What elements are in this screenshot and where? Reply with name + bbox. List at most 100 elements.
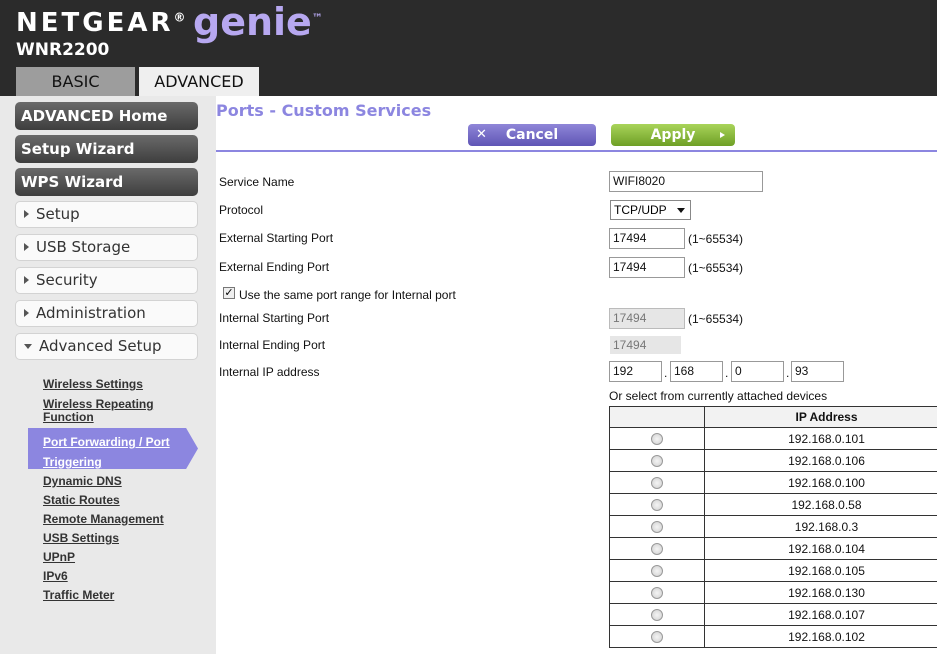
attached-devices-table: IP Address 192.168.0.101 192.168.0.106 1… (609, 406, 937, 648)
sidebar-item-security[interactable]: Security (15, 267, 198, 294)
submenu-dynamic-dns[interactable]: Dynamic DNS (43, 475, 122, 488)
play-arrow-icon (720, 132, 725, 138)
device-radio[interactable] (651, 565, 663, 578)
radio-cell (609, 471, 705, 494)
ip-column-header: IP Address (704, 406, 937, 428)
ip-separator: . (786, 366, 790, 380)
ip-cell: 192.168.0.105 (704, 559, 937, 582)
apply-button[interactable]: Apply (611, 124, 735, 146)
radio-cell (609, 581, 705, 604)
sidebar-wps-wizard-button[interactable]: WPS Wizard (15, 168, 198, 196)
sidebar-item-setup[interactable]: Setup (15, 201, 198, 228)
submenu-remote-management[interactable]: Remote Management (43, 513, 164, 526)
ext-start-port-label: External Starting Port (219, 231, 334, 245)
table-row[interactable]: 192.168.0.3 (609, 515, 937, 538)
select-column-header (609, 406, 705, 428)
submenu-port-forwarding[interactable]: Port Forwarding / Port Triggering (43, 432, 188, 472)
submenu-traffic-meter[interactable]: Traffic Meter (43, 589, 114, 602)
submenu-ipv6[interactable]: IPv6 (43, 570, 68, 583)
service-name-input[interactable]: WIFI8020 (609, 171, 763, 192)
device-radio[interactable] (651, 543, 663, 556)
ip-separator: . (725, 366, 729, 380)
model-name: WNR2200 (16, 40, 110, 60)
ip-separator: . (664, 366, 668, 380)
sidebar-item-administration[interactable]: Administration (15, 300, 198, 327)
ip-cell: 192.168.0.130 (704, 581, 937, 604)
protocol-select[interactable]: TCP/UDP (610, 200, 691, 220)
ip-octet-4-input[interactable]: 93 (791, 361, 844, 382)
device-radio[interactable] (651, 499, 663, 512)
table-row[interactable]: 192.168.0.101 (609, 427, 937, 450)
submenu-usb-settings[interactable]: USB Settings (43, 532, 119, 545)
table-header-row: IP Address (609, 406, 937, 428)
table-row[interactable]: 192.168.0.104 (609, 537, 937, 560)
submenu-static-routes[interactable]: Static Routes (43, 494, 120, 507)
table-row[interactable]: 192.168.0.58 (609, 493, 937, 516)
sidebar-setup-wizard-button[interactable]: Setup Wizard (15, 135, 198, 163)
submenu-wireless-repeating-cont[interactable]: Function (43, 411, 94, 424)
submenu-wireless-settings[interactable]: Wireless Settings (43, 378, 143, 391)
ip-octet-1-input[interactable]: 192 (609, 361, 662, 382)
device-radio[interactable] (651, 521, 663, 534)
registered-mark: ® (173, 10, 186, 25)
ip-cell: 192.168.0.101 (704, 427, 937, 450)
ext-end-port-input[interactable]: 17494 (609, 257, 685, 278)
ip-cell: 192.168.0.102 (704, 625, 937, 648)
device-radio[interactable] (651, 609, 663, 622)
int-end-port-label: Internal Ending Port (219, 338, 326, 352)
same-range-label: Use the same port range for Internal por… (239, 288, 456, 302)
ip-octet-2-input[interactable]: 168 (670, 361, 723, 382)
device-radio[interactable] (651, 455, 663, 468)
netgear-logo: NETGEAR® (16, 8, 186, 38)
ext-start-range-hint: (1~65534) (688, 232, 744, 246)
int-start-port-input: 17494 (609, 308, 685, 329)
ip-cell: 192.168.0.58 (704, 493, 937, 516)
submenu-upnp[interactable]: UPnP (43, 551, 75, 564)
device-radio[interactable] (651, 587, 663, 600)
sidebar-item-advanced-setup[interactable]: Advanced Setup (15, 333, 198, 360)
ip-cell: 192.168.0.104 (704, 537, 937, 560)
radio-cell (609, 515, 705, 538)
sidebar-advanced-home-button[interactable]: ADVANCED Home (15, 102, 198, 130)
close-icon: ✕ (476, 127, 487, 142)
device-radio[interactable] (651, 631, 663, 644)
sidebar-item-label: Administration (36, 304, 146, 322)
table-row[interactable]: 192.168.0.130 (609, 581, 937, 604)
ip-cell: 192.168.0.100 (704, 471, 937, 494)
table-row[interactable]: 192.168.0.105 (609, 559, 937, 582)
trademark-mark: ™ (311, 11, 323, 25)
chevron-down-icon (24, 344, 32, 349)
table-row[interactable]: 192.168.0.107 (609, 603, 937, 626)
cancel-label: Cancel (505, 127, 559, 143)
device-radio[interactable] (651, 433, 663, 446)
ext-start-port-input[interactable]: 17494 (609, 228, 685, 249)
same-range-checkbox[interactable]: ✓ (223, 287, 235, 299)
chevron-right-icon (24, 276, 29, 284)
ip-octet-3-input[interactable]: 0 (731, 361, 784, 382)
tab-advanced[interactable]: ADVANCED (139, 67, 259, 96)
sidebar-item-label: Setup (36, 205, 80, 223)
page-title: Ports - Custom Services (216, 101, 432, 120)
apply-label: Apply (650, 127, 696, 143)
radio-cell (609, 625, 705, 648)
dropdown-arrow-icon (677, 208, 685, 213)
sidebar-item-usb-storage[interactable]: USB Storage (15, 234, 198, 261)
radio-cell (609, 449, 705, 472)
table-row[interactable]: 192.168.0.100 (609, 471, 937, 494)
ip-cell: 192.168.0.106 (704, 449, 937, 472)
table-row[interactable]: 192.168.0.106 (609, 449, 937, 472)
devices-caption: Or select from currently attached device… (609, 389, 828, 403)
int-start-range-hint: (1~65534) (688, 312, 744, 326)
cancel-button[interactable]: ✕ Cancel (468, 124, 596, 146)
int-end-port-value: 17494 (610, 336, 681, 354)
radio-cell (609, 427, 705, 450)
ip-cell: 192.168.0.107 (704, 603, 937, 626)
ext-end-port-label: External Ending Port (219, 260, 330, 274)
tab-basic[interactable]: BASIC (16, 67, 135, 96)
submenu-label: Triggering (43, 455, 102, 469)
title-divider (216, 150, 937, 152)
device-radio[interactable] (651, 477, 663, 490)
sidebar-item-label: USB Storage (36, 238, 131, 256)
table-row[interactable]: 192.168.0.102 (609, 625, 937, 648)
sidebar-item-label: Security (36, 271, 98, 289)
